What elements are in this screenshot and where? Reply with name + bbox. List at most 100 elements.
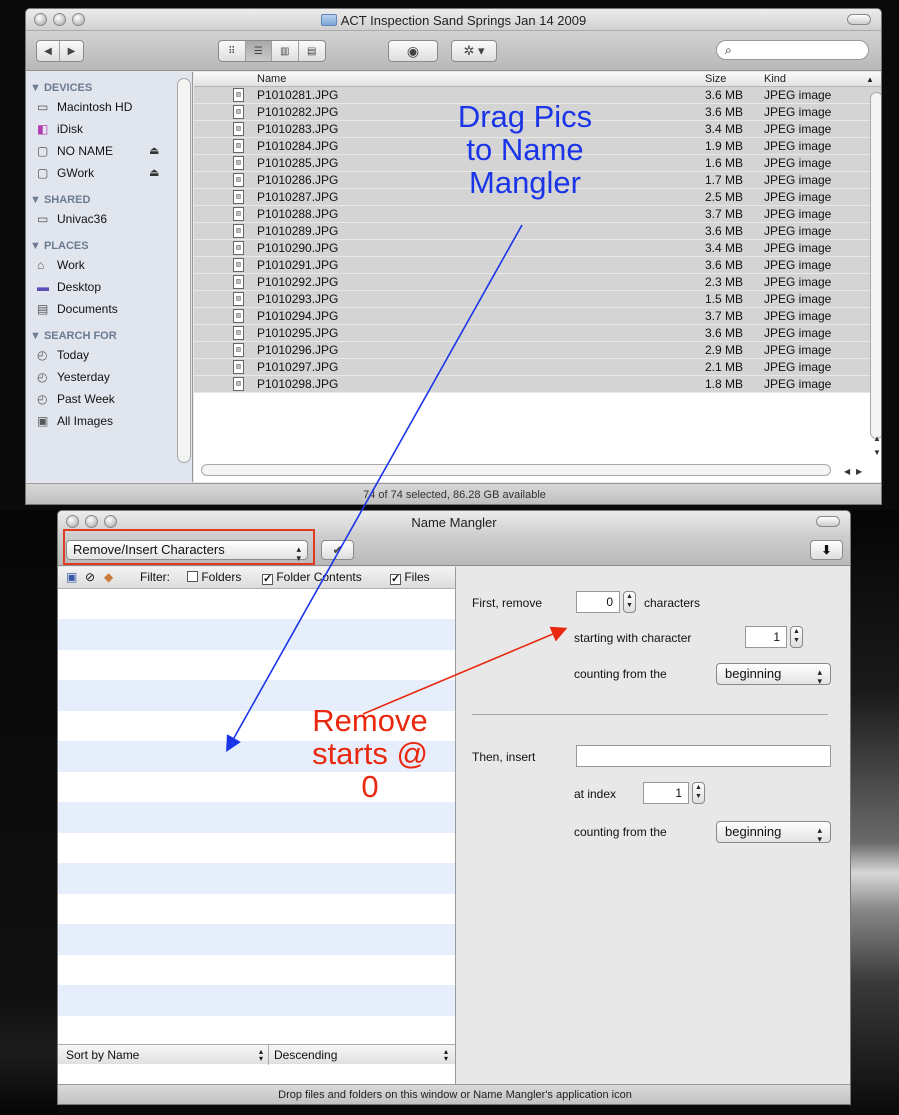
annotation-line: Remove <box>312 703 428 738</box>
tag-icon[interactable]: ◆ <box>104 570 113 584</box>
sidebar-item-idisk[interactable]: ◧ iDisk <box>26 118 192 140</box>
table-row[interactable]: ▨ P1010294.JPG 3.7 MB JPEG image <box>194 308 881 325</box>
eject-icon[interactable]: ⏏ <box>149 162 159 184</box>
file-kind-cell: JPEG image <box>764 343 832 357</box>
eye-icon[interactable]: ◉ <box>389 41 437 61</box>
file-kind-cell: JPEG image <box>764 377 832 391</box>
table-row[interactable]: ▨ P1010295.JPG 3.6 MB JPEG image <box>194 325 881 342</box>
sidebar-section-heading[interactable]: ▼ DEVICES <box>26 82 192 96</box>
folder-contents-label: Folder Contents <box>276 570 362 584</box>
file-size-cell: 3.4 MB <box>705 122 744 136</box>
annotation-line: starts @ <box>312 736 428 771</box>
column-kind-header[interactable]: Kind <box>764 73 786 85</box>
stop-icon[interactable]: ⊘ <box>85 570 95 584</box>
sidebar-item-univac36[interactable]: ▭ Univac36 <box>26 208 192 230</box>
sidebar-item-label: Macintosh HD <box>57 100 133 114</box>
scroll-left-icon[interactable]: ◀ <box>844 467 850 476</box>
at-index-label: at index <box>574 787 617 801</box>
folder-contents-checkbox[interactable]: ✓ Folder Contents <box>262 570 362 585</box>
column-name-header[interactable]: Name <box>257 73 286 85</box>
documents-icon: ▤ <box>37 302 49 316</box>
back-arrow-icon[interactable]: ◀ <box>37 41 61 61</box>
table-row[interactable]: ▨ P1010291.JPG 3.6 MB JPEG image <box>194 257 881 274</box>
sort-order-popup[interactable]: Descending <box>274 1048 337 1062</box>
starting-character-stepper[interactable]: ▲ ▼ <box>790 626 803 648</box>
eject-icon[interactable]: ⏏ <box>149 140 159 162</box>
sidebar-item-all-images[interactable]: ▣ All Images <box>26 410 192 432</box>
scroll-right-icon[interactable]: ▶ <box>856 467 862 476</box>
finder-titlebar[interactable]: ACT Inspection Sand Springs Jan 14 2009 <box>26 9 881 31</box>
file-list-vertical-scrollbar[interactable] <box>870 92 881 439</box>
sidebar-item-gwork[interactable]: ▢ GWork ⏏ <box>26 162 192 184</box>
apply-button[interactable]: ✔ <box>321 540 354 560</box>
sort-by-popup[interactable]: Sort by Name <box>66 1048 139 1062</box>
coverflow-view-icon[interactable]: ▤ <box>299 41 325 61</box>
sidebar-item-label: Univac36 <box>57 212 108 226</box>
file-name-cell: P1010297.JPG <box>257 360 339 374</box>
images-icon: ▣ <box>37 414 49 428</box>
folders-check <box>187 571 198 582</box>
files-checkbox[interactable]: ✓ Files <box>390 570 430 585</box>
table-row[interactable]: ▨ P1010288.JPG 3.7 MB JPEG image <box>194 206 881 223</box>
file-drop-list[interactable] <box>58 589 455 1044</box>
file-list-horizontal-scrollbar[interactable] <box>201 464 831 476</box>
table-row[interactable]: ▨ P1010290.JPG 3.4 MB JPEG image <box>194 240 881 257</box>
filter-label: Filter: <box>140 570 170 584</box>
column-view-icon[interactable]: ▥ <box>272 41 299 61</box>
table-row[interactable]: ▨ P1010298.JPG 1.8 MB JPEG image <box>194 376 881 393</box>
filter-bar: ▣ ⊘ ◆ Filter: Folders ✓ Folder Contents … <box>58 567 455 589</box>
sidebar-item-no-name[interactable]: ▢ NO NAME ⏏ <box>26 140 192 162</box>
insert-counting-popup[interactable]: beginning ▴ ▾ <box>716 821 831 844</box>
insert-index-stepper[interactable]: ▲ ▼ <box>692 782 705 804</box>
sidebar-section-heading[interactable]: ▼ SEARCH FOR <box>26 330 192 344</box>
table-row[interactable]: ▨ P1010293.JPG 1.5 MB JPEG image <box>194 291 881 308</box>
name-mangler-window: Name Mangler Remove/Insert Characters ▴ ▾… <box>57 510 851 1105</box>
sidebar-item-desktop[interactable]: ▬ Desktop <box>26 276 192 298</box>
sidebar-section-heading[interactable]: ▼ PLACES <box>26 240 192 254</box>
table-row[interactable]: ▨ P1010296.JPG 2.9 MB JPEG image <box>194 342 881 359</box>
sidebar-item-work[interactable]: ⌂ Work <box>26 254 192 276</box>
sidebar-item-today[interactable]: ◴ Today <box>26 344 192 366</box>
list-view-icon[interactable]: ☰ <box>245 41 272 61</box>
file-kind-cell: JPEG image <box>764 224 832 238</box>
remove-count-stepper[interactable]: ▲ ▼ <box>623 591 636 613</box>
insert-text-field[interactable] <box>576 745 831 767</box>
column-size-header[interactable]: Size <box>705 73 726 85</box>
file-size-cell: 1.5 MB <box>705 292 744 306</box>
sidebar-section-heading[interactable]: ▼ SHARED <box>26 194 192 208</box>
file-kind-cell: JPEG image <box>764 275 832 289</box>
scroll-up-icon[interactable]: ▲ <box>873 434 881 443</box>
file-name-cell: P1010298.JPG <box>257 377 339 391</box>
file-name-cell: P1010292.JPG <box>257 275 339 289</box>
sidebar-item-past-week[interactable]: ◴ Past Week <box>26 388 192 410</box>
table-row[interactable]: ▨ P1010292.JPG 2.3 MB JPEG image <box>194 274 881 291</box>
window-title: Name Mangler <box>411 515 497 530</box>
download-icon[interactable]: ⬇ <box>810 540 843 560</box>
remove-counting-popup[interactable]: beginning ▴ ▾ <box>716 663 831 686</box>
forward-arrow-icon[interactable]: ▶ <box>60 41 83 61</box>
action-menu-button: ✲ ▾ <box>451 40 497 62</box>
sidebar-item-documents[interactable]: ▤ Documents <box>26 298 192 320</box>
sidebar-item-yesterday[interactable]: ◴ Yesterday <box>26 366 192 388</box>
remove-starts-annotation: Remove starts @ 0 <box>260 704 480 803</box>
file-size-cell: 1.9 MB <box>705 139 744 153</box>
scroll-down-icon[interactable]: ▼ <box>873 448 881 457</box>
file-size-cell: 2.9 MB <box>705 343 744 357</box>
sidebar-scrollbar[interactable] <box>177 78 191 463</box>
toolbar-toggle-button[interactable] <box>816 516 840 527</box>
folders-checkbox[interactable]: Folders <box>187 570 241 584</box>
insert-index-field[interactable]: 1 <box>643 782 689 804</box>
starting-with-label: starting with character <box>574 631 692 645</box>
popup-arrows-icon: ▴ ▾ <box>817 825 822 844</box>
sidebar-item-macintosh-hd[interactable]: ▭ Macintosh HD <box>26 96 192 118</box>
finder-icon[interactable]: ▣ <box>66 570 77 584</box>
table-row[interactable]: ▨ P1010297.JPG 2.1 MB JPEG image <box>194 359 881 376</box>
starting-character-field[interactable]: 1 <box>745 626 787 648</box>
gear-icon[interactable]: ✲ ▾ <box>452 41 496 61</box>
remove-count-field[interactable]: 0 <box>576 591 620 613</box>
toolbar-toggle-button[interactable] <box>847 14 871 25</box>
icon-view-icon[interactable]: ⠿ <box>219 41 246 61</box>
search-input[interactable]: ⌕ <box>716 40 869 60</box>
table-row[interactable]: ▨ P1010289.JPG 3.6 MB JPEG image <box>194 223 881 240</box>
file-kind-cell: JPEG image <box>764 139 832 153</box>
